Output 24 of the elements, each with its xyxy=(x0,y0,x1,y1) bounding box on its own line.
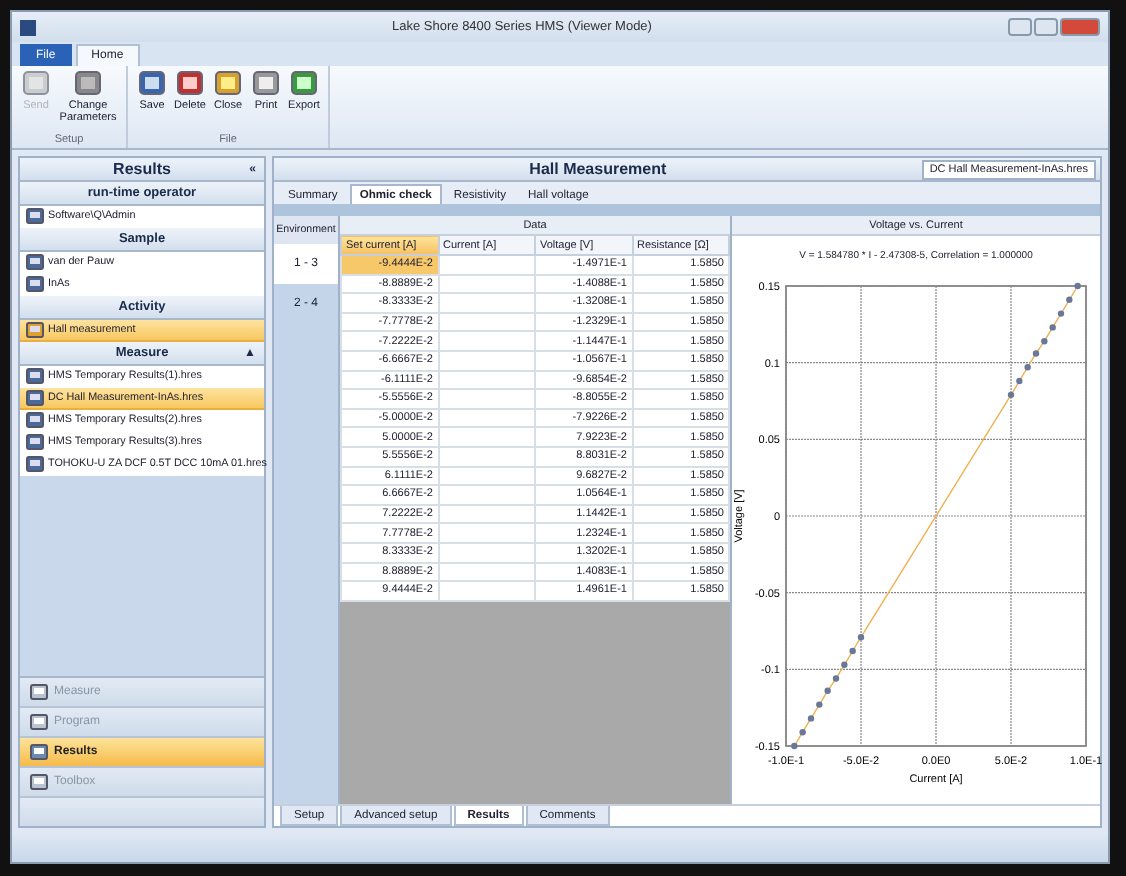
data-point xyxy=(791,742,798,750)
data-point xyxy=(816,701,823,708)
data-point xyxy=(1066,296,1073,303)
minimize-button[interactable] xyxy=(1008,18,1032,36)
data-point xyxy=(832,675,840,682)
data-point xyxy=(1041,338,1048,345)
data-point xyxy=(1016,377,1023,385)
data-point xyxy=(841,661,848,668)
data-point xyxy=(1049,324,1056,331)
data-point xyxy=(849,647,856,655)
close-button[interactable] xyxy=(1060,18,1100,36)
panel-title: Hall Measurement xyxy=(527,160,669,178)
data-point xyxy=(1007,391,1015,399)
data-point xyxy=(1057,310,1065,317)
data-point xyxy=(824,687,831,694)
app-icon xyxy=(20,19,36,35)
data-point xyxy=(857,633,865,641)
panel-title: Results xyxy=(113,160,171,178)
maximize-button[interactable] xyxy=(1034,18,1058,36)
data-point xyxy=(799,729,806,736)
data-point xyxy=(1032,350,1040,357)
data-point xyxy=(1074,282,1081,290)
data-point xyxy=(807,715,815,722)
data-point xyxy=(1024,364,1031,371)
